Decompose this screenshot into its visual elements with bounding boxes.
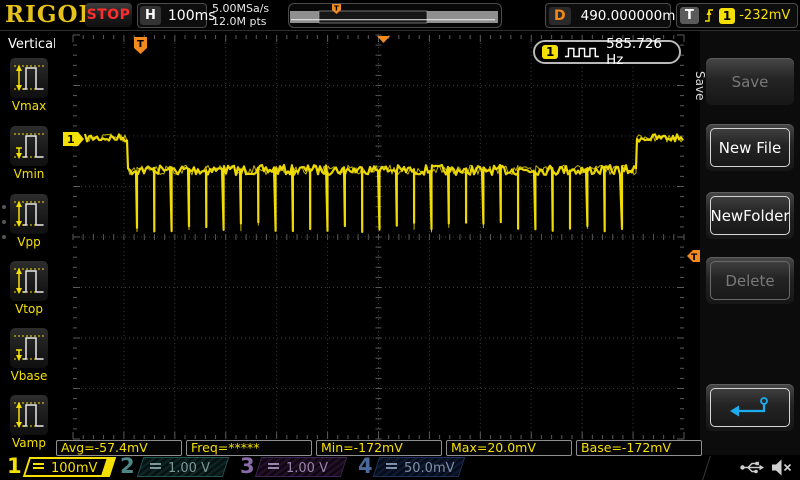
measure-sidebar: Vertical Vmax Vmin Vpp Vtop Vbase Vamp: [0, 31, 57, 452]
sidebar-item-vmax[interactable]: Vmax: [6, 58, 52, 113]
trigger-readout[interactable]: T 1 -232mV: [676, 3, 798, 28]
sidebar-item-vmin[interactable]: Vmin: [6, 126, 52, 181]
measurement-base: Base=-172mV: [576, 440, 702, 456]
svg-text:T: T: [137, 39, 144, 50]
vmin-icon: [14, 133, 44, 159]
square-wave-icon: [565, 47, 600, 57]
counter-channel-badge: 1: [542, 45, 559, 59]
sidebar-item-vamp[interactable]: Vamp: [6, 395, 52, 450]
dc-coupling-icon: [33, 463, 44, 473]
frequency-counter: 1 585.726 Hz: [533, 36, 681, 68]
vpp-icon: [14, 201, 44, 227]
channel4-scale: 50.0mV: [404, 460, 455, 476]
delay-label: D: [549, 6, 571, 25]
measurement-max: Max=20.0mV: [446, 440, 572, 456]
rigol-logo: RIGOL: [5, 1, 96, 28]
dc-coupling-icon: [150, 463, 161, 473]
vtop-icon: [14, 268, 44, 294]
sidebar-item-vbase[interactable]: Vbase: [6, 328, 52, 383]
sidebar-item-label: Vtop: [15, 302, 43, 316]
sample-rate: 5.00MSa/s: [212, 2, 270, 15]
channel1-number[interactable]: 1: [7, 454, 22, 478]
vmax-icon: [14, 65, 44, 91]
rising-edge-icon: [704, 9, 713, 22]
delay-readout[interactable]: D 490.000000ms: [545, 3, 682, 28]
waveform-display[interactable]: T T 1 1 585.726 Hz: [55, 31, 700, 455]
delete-button[interactable]: Delete: [706, 257, 794, 304]
sidebar-item-vtop[interactable]: Vtop: [6, 261, 52, 316]
return-arrow-icon: [730, 396, 768, 416]
measurement-avg: Avg=-57.4mV: [56, 440, 182, 456]
vbase-icon: [14, 335, 44, 361]
measurement-min: Min=-172mV: [316, 440, 442, 456]
menu-tab-label: Save: [693, 71, 707, 101]
oscilloscope-screen: RIGOL STOP H 100ms 5.00MSa/s 12.0M pts T…: [0, 0, 800, 480]
acquisition-readout: 5.00MSa/s 12.0M pts: [212, 2, 269, 28]
graticule-and-waveform: T T 1: [63, 34, 700, 440]
counter-frequency-value: 585.726 Hz: [606, 36, 662, 68]
usb-icon: [740, 461, 764, 474]
channel2-number[interactable]: 2: [120, 454, 135, 478]
sidebar-item-label: Vpp: [17, 235, 41, 249]
top-status-bar: RIGOL STOP H 100ms 5.00MSa/s 12.0M pts T…: [0, 0, 800, 30]
sidebar-title: Vertical: [8, 37, 57, 52]
dc-coupling-icon: [386, 463, 397, 473]
bottom-bar-divider: [702, 456, 711, 480]
channel1-scale: 100mV: [51, 460, 98, 476]
channel4-number[interactable]: 4: [358, 454, 373, 478]
trigger-source-badge: 1: [718, 7, 736, 24]
sidebar-item-label: Vmax: [11, 99, 47, 113]
waveform-preview-icon: T: [290, 4, 498, 24]
svg-text:T: T: [334, 5, 339, 13]
channel3-scale: 1.00 V: [286, 460, 328, 476]
sidebar-item-label: Vmin: [13, 167, 45, 181]
svg-text:1: 1: [67, 133, 75, 146]
dc-coupling-icon: [268, 463, 279, 473]
new-file-button[interactable]: New File: [706, 124, 794, 171]
timebase-value: 100ms: [167, 7, 216, 24]
trigger-label: T: [680, 7, 699, 24]
vamp-icon: [14, 402, 44, 428]
waveform-preview-bar[interactable]: T: [288, 3, 502, 28]
back-button[interactable]: [706, 384, 794, 431]
sidebar-item-vpp[interactable]: Vpp: [6, 194, 52, 249]
delay-value: 490.000000ms: [580, 7, 683, 24]
sidebar-item-label: Vamp: [12, 436, 46, 450]
channel2-scale: 1.00 V: [168, 460, 210, 476]
new-folder-button[interactable]: NewFolder: [706, 192, 794, 239]
timebase-readout[interactable]: H 100ms: [137, 3, 216, 28]
run-state-badge[interactable]: STOP: [85, 3, 132, 27]
sidebar-item-label: Vbase: [10, 369, 48, 383]
memory-depth: 12.0M pts: [212, 15, 267, 28]
save-button[interactable]: Save: [706, 58, 794, 105]
horizontal-label: H: [140, 6, 161, 25]
channel1-trace: [83, 133, 684, 233]
trigger-level-value: -232mV: [739, 8, 791, 23]
speaker-muted-icon: [772, 459, 792, 476]
svg-text:T: T: [691, 253, 698, 263]
soft-menu: Save Save New File NewFolder Delete: [693, 31, 800, 455]
channel3-number[interactable]: 3: [240, 454, 255, 478]
channel-status-bar: 1 100mV 2 1.00 V 3 1.00 V 4 50.0mV: [0, 454, 800, 480]
